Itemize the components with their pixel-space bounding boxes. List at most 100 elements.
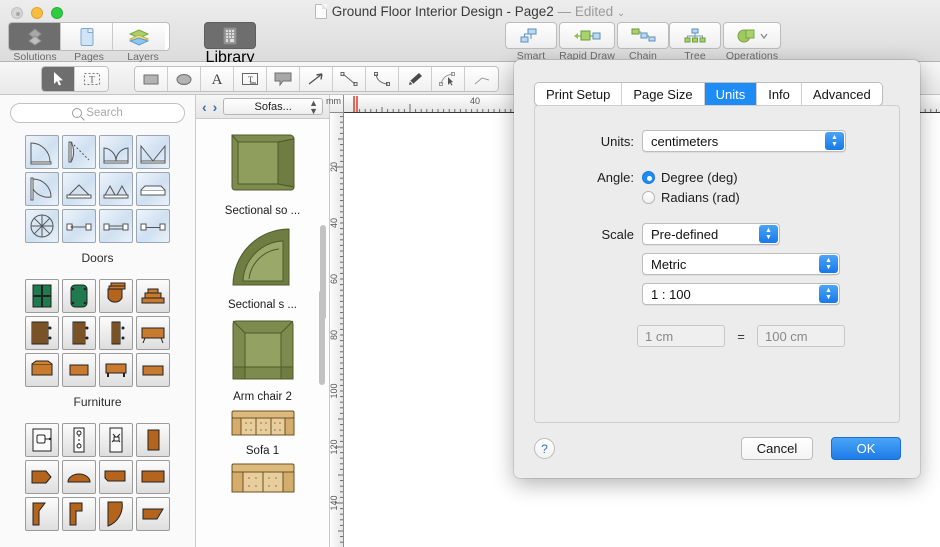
- line-icon[interactable]: [333, 67, 366, 91]
- shape-item[interactable]: [99, 209, 133, 243]
- list-item[interactable]: [196, 463, 329, 498]
- list-item[interactable]: Sofa 1: [196, 409, 329, 457]
- shape-item[interactable]: [62, 423, 96, 457]
- operations-button-box[interactable]: [723, 22, 781, 49]
- toolbar-item-smart[interactable]: Smart: [505, 22, 557, 62]
- ok-button[interactable]: OK: [831, 437, 901, 460]
- cancel-button[interactable]: Cancel: [741, 437, 813, 460]
- shape-item[interactable]: [25, 316, 59, 350]
- toolbar-item-library[interactable]: [204, 22, 256, 49]
- units-stepper-icon[interactable]: ▲▼: [825, 132, 844, 150]
- arrow-icon[interactable]: [300, 67, 333, 91]
- tab-units[interactable]: Units: [705, 83, 758, 105]
- shape-item[interactable]: [62, 279, 96, 313]
- vertical-ruler[interactable]: 20406080100120140: [330, 95, 344, 547]
- list-item[interactable]: Sectional so ...: [196, 125, 329, 217]
- scale-mode-select[interactable]: Pre-defined ▲▼: [642, 223, 780, 245]
- tab-info[interactable]: Info: [757, 83, 802, 105]
- shape-tool-group[interactable]: A T: [134, 66, 499, 92]
- text-select-icon[interactable]: T: [75, 67, 108, 91]
- shape-item[interactable]: [25, 497, 59, 531]
- shape-item[interactable]: [99, 460, 133, 494]
- shape-item[interactable]: [136, 460, 170, 494]
- scale-ratio-stepper-icon[interactable]: ▲▼: [819, 285, 838, 303]
- toolbar-item-rapid-draw[interactable]: Rapid Draw: [557, 22, 617, 62]
- scale-system-select[interactable]: Metric ▲▼: [642, 253, 840, 275]
- shape-item[interactable]: [25, 460, 59, 494]
- radio-radians-button[interactable]: [642, 191, 655, 204]
- radio-degree[interactable]: Degree (deg): [642, 170, 738, 185]
- shape-panel-scrollbar[interactable]: [319, 290, 325, 385]
- ellipse-icon[interactable]: [168, 67, 201, 91]
- shape-item[interactable]: [25, 423, 59, 457]
- text-box-icon[interactable]: T: [234, 67, 267, 91]
- shape-item[interactable]: [99, 135, 133, 169]
- shape-item[interactable]: [136, 172, 170, 206]
- mode-segmented-control[interactable]: [8, 22, 170, 51]
- toolbar-item-operations[interactable]: Operations: [721, 22, 783, 62]
- shape-item[interactable]: [99, 316, 133, 350]
- list-item[interactable]: Arm chair 2: [196, 317, 329, 403]
- chevron-left-icon[interactable]: ‹: [202, 99, 207, 115]
- shape-item[interactable]: [136, 209, 170, 243]
- selection-tool-group[interactable]: T: [41, 66, 109, 92]
- toolbar-item-solutions[interactable]: [9, 23, 61, 50]
- shape-item[interactable]: [62, 135, 96, 169]
- shape-item[interactable]: [25, 135, 59, 169]
- library-selector[interactable]: Sofas... ▲▼: [223, 98, 323, 115]
- arrow-select-icon[interactable]: [42, 67, 75, 91]
- tree-button-box[interactable]: [669, 22, 721, 49]
- tab-page-size[interactable]: Page Size: [622, 83, 704, 105]
- bezier-icon[interactable]: [432, 67, 465, 91]
- scale-from-field[interactable]: 1 cm: [637, 325, 725, 347]
- search-input[interactable]: Search: [10, 103, 185, 123]
- scale-ratio-select[interactable]: 1 : 100 ▲▼: [642, 283, 840, 305]
- toolbar-item-layers[interactable]: [113, 23, 165, 50]
- scale-system-stepper-icon[interactable]: ▲▼: [819, 255, 838, 273]
- chain-button-box[interactable]: [617, 22, 669, 49]
- shape-item[interactable]: [136, 353, 170, 387]
- shape-item[interactable]: [62, 209, 96, 243]
- radio-radians[interactable]: Radians (rad): [642, 190, 740, 205]
- title-chevron-down-icon[interactable]: ⌄: [617, 8, 625, 19]
- shape-item[interactable]: [99, 497, 133, 531]
- shape-item[interactable]: [136, 423, 170, 457]
- radio-degree-button[interactable]: [642, 171, 655, 184]
- rapid-draw-button-box[interactable]: [559, 22, 615, 49]
- shape-item[interactable]: [62, 316, 96, 350]
- toolbar-item-pages[interactable]: [61, 23, 113, 50]
- shape-item[interactable]: [99, 423, 133, 457]
- shape-item[interactable]: [62, 353, 96, 387]
- shape-item[interactable]: [136, 497, 170, 531]
- scale-mode-stepper-icon[interactable]: ▲▼: [759, 225, 778, 243]
- shape-item[interactable]: [99, 172, 133, 206]
- shape-item[interactable]: [25, 279, 59, 313]
- units-select[interactable]: centimeters ▲▼: [642, 130, 846, 152]
- shape-item[interactable]: [99, 279, 133, 313]
- shape-item[interactable]: [62, 497, 96, 531]
- rectangle-icon[interactable]: [135, 67, 168, 91]
- toolbar-item-tree[interactable]: Tree: [669, 22, 721, 62]
- shape-item[interactable]: [62, 460, 96, 494]
- tab-print-setup[interactable]: Print Setup: [535, 83, 622, 105]
- smart-button-box[interactable]: [505, 22, 557, 49]
- polyline-icon[interactable]: [465, 67, 498, 91]
- text-icon[interactable]: A: [201, 67, 234, 91]
- help-button[interactable]: ?: [534, 438, 555, 459]
- toolbar-item-chain[interactable]: Chain: [617, 22, 669, 62]
- shape-item[interactable]: [25, 172, 59, 206]
- shape-item[interactable]: [136, 135, 170, 169]
- chevron-right-icon[interactable]: ›: [213, 99, 218, 115]
- shape-item[interactable]: [62, 172, 96, 206]
- shape-item[interactable]: [136, 316, 170, 350]
- tab-advanced[interactable]: Advanced: [802, 83, 882, 105]
- scale-to-field[interactable]: 100 cm: [757, 325, 845, 347]
- curve-icon[interactable]: [366, 67, 399, 91]
- shape-item[interactable]: [99, 353, 133, 387]
- pen-icon[interactable]: [399, 67, 432, 91]
- list-item[interactable]: Sectional s ...: [196, 223, 329, 311]
- shape-item[interactable]: [136, 279, 170, 313]
- callout-icon[interactable]: [267, 67, 300, 91]
- shape-item[interactable]: [25, 353, 59, 387]
- shape-item[interactable]: [25, 209, 59, 243]
